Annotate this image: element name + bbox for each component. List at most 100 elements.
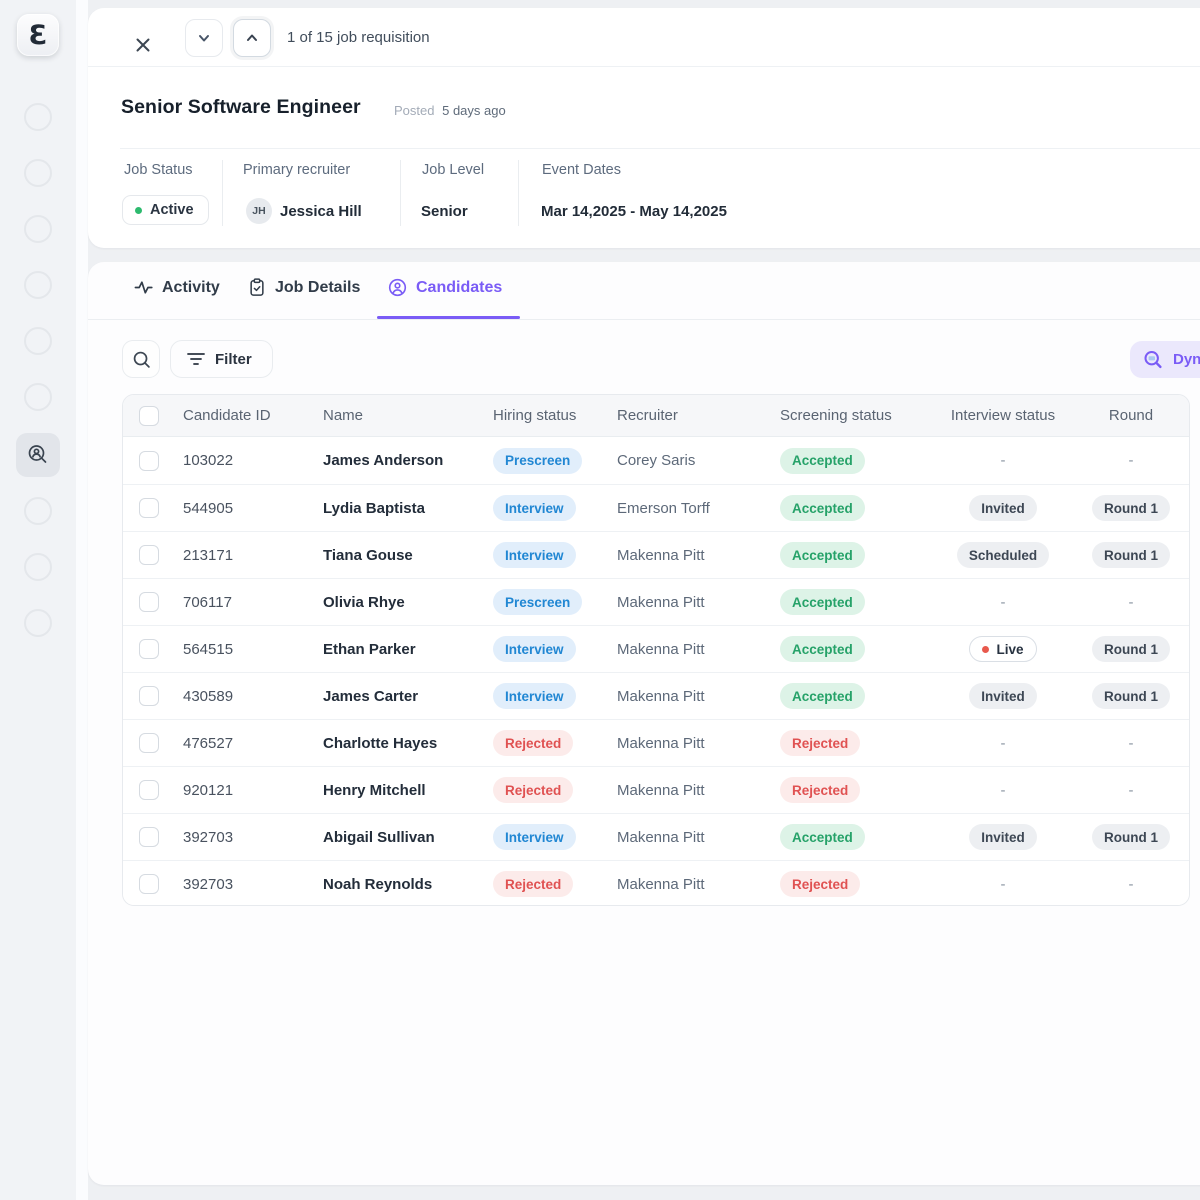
requisition-counter: 1 of 15 job requisition — [287, 19, 430, 57]
candidate-search-icon — [26, 443, 50, 467]
sidebar-nav-placeholder — [24, 159, 52, 187]
table-row[interactable]: 564515 Ethan Parker Interview Makenna Pi… — [123, 625, 1189, 672]
round-badge-empty: - — [1129, 452, 1134, 469]
dynamic-search-button[interactable]: Dyn — [1130, 341, 1200, 378]
row-checkbox[interactable] — [139, 451, 159, 471]
hiring-status-badge: Rejected — [493, 871, 573, 897]
close-button[interactable] — [130, 32, 156, 58]
filter-icon — [187, 352, 205, 366]
tab-activity[interactable]: Activity — [134, 278, 220, 297]
sidebar: Ɛ — [0, 0, 76, 1200]
divider — [518, 160, 519, 226]
recruiter-cell: Makenna Pitt — [617, 814, 775, 860]
row-checkbox[interactable] — [139, 639, 159, 659]
row-checkbox[interactable] — [139, 545, 159, 565]
divider — [400, 160, 401, 226]
candidate-name-cell: James Anderson — [323, 437, 483, 484]
page-title: Senior Software Engineer — [121, 96, 361, 119]
hiring-status-badge: Rejected — [493, 730, 573, 756]
active-status-dot-icon — [135, 207, 142, 214]
hiring-status-badge: Interview — [493, 683, 576, 709]
user-circle-icon — [388, 278, 407, 297]
candidate-name-cell: Lydia Baptista — [323, 485, 483, 531]
row-checkbox[interactable] — [139, 780, 159, 800]
dynamic-search-icon — [1142, 349, 1164, 371]
screening-status-badge: Accepted — [780, 448, 865, 474]
row-checkbox[interactable] — [139, 874, 159, 894]
candidate-id-cell: 544905 — [183, 485, 313, 531]
hiring-status-cell: Prescreen — [487, 437, 605, 484]
table-row[interactable]: 476527 Charlotte Hayes Rejected Makenna … — [123, 719, 1189, 766]
column-header-round: Round — [1078, 395, 1184, 436]
sidebar-nav-placeholder — [24, 609, 52, 637]
screening-status-badge: Accepted — [780, 495, 865, 521]
select-all-checkbox[interactable] — [139, 406, 159, 426]
next-requisition-button[interactable] — [233, 19, 271, 57]
sidebar-item-candidates-active[interactable] — [16, 433, 60, 477]
round-badge: Round 1 — [1092, 683, 1170, 709]
tab-job-details[interactable]: Job Details — [248, 278, 360, 297]
interview-status-badge: Invited — [969, 683, 1037, 709]
primary-recruiter-label: Primary recruiter — [243, 162, 350, 178]
search-button[interactable] — [122, 340, 160, 378]
divider — [120, 148, 1200, 149]
hiring-status-cell: Interview — [487, 626, 605, 672]
round-cell: Round 1 — [1078, 814, 1184, 860]
hiring-status-badge: Interview — [493, 824, 576, 850]
table-row[interactable]: 392703 Abigail Sullivan Interview Makenn… — [123, 813, 1189, 860]
job-content-card: Activity Job Details Candidates — [88, 262, 1200, 1185]
table-row[interactable]: 544905 Lydia Baptista Interview Emerson … — [123, 484, 1189, 531]
candidate-name-cell: Abigail Sullivan — [323, 814, 483, 860]
table-row[interactable]: 213171 Tiana Gouse Interview Makenna Pit… — [123, 531, 1189, 578]
filter-button-label: Filter — [215, 351, 252, 368]
candidate-name-cell: Henry Mitchell — [323, 767, 483, 813]
posted-value: 5 days ago — [442, 103, 506, 118]
job-level-value: Senior — [421, 196, 468, 226]
table-row[interactable]: 706117 Olivia Rhye Prescreen Makenna Pit… — [123, 578, 1189, 625]
candidate-id-cell: 706117 — [183, 579, 313, 625]
tab-candidates[interactable]: Candidates — [388, 278, 502, 297]
screening-status-badge: Accepted — [780, 824, 865, 850]
hiring-status-badge: Interview — [493, 495, 576, 521]
chevron-up-icon — [245, 31, 259, 45]
round-cell: Round 1 — [1078, 626, 1184, 672]
previous-requisition-button[interactable] — [185, 19, 223, 57]
filter-button[interactable]: Filter — [170, 340, 273, 378]
round-badge-empty: - — [1129, 876, 1134, 893]
interview-status-badge: Invited — [969, 495, 1037, 521]
table-row[interactable]: 103022 James Anderson Prescreen Corey Sa… — [123, 437, 1189, 484]
candidate-name-cell: Olivia Rhye — [323, 579, 483, 625]
sidebar-nav-placeholder — [24, 103, 52, 131]
interview-status-badge-empty: - — [1001, 876, 1006, 893]
sidebar-nav-placeholder — [24, 383, 52, 411]
sidebar-nav-placeholder — [24, 215, 52, 243]
hiring-status-badge: Prescreen — [493, 448, 582, 474]
candidate-id-cell: 430589 — [183, 673, 313, 719]
round-badge-empty: - — [1129, 735, 1134, 752]
sidebar-nav-placeholder — [24, 271, 52, 299]
candidate-id-cell: 564515 — [183, 626, 313, 672]
row-checkbox[interactable] — [139, 592, 159, 612]
table-row[interactable]: 920121 Henry Mitchell Rejected Makenna P… — [123, 766, 1189, 813]
dynamic-search-button-label: Dyn — [1173, 351, 1200, 368]
table-row[interactable]: 430589 James Carter Interview Makenna Pi… — [123, 672, 1189, 719]
row-checkbox[interactable] — [139, 686, 159, 706]
column-header-recruiter: Recruiter — [617, 395, 775, 436]
event-dates-value: Mar 14,2025 - May 14,2025 — [541, 196, 727, 226]
round-badge: Round 1 — [1092, 636, 1170, 662]
candidate-id-cell: 920121 — [183, 767, 313, 813]
chevron-down-icon — [197, 31, 211, 45]
row-checkbox[interactable] — [139, 733, 159, 753]
round-cell: - — [1078, 437, 1184, 484]
tab-candidates-label: Candidates — [416, 279, 502, 297]
row-checkbox[interactable] — [139, 498, 159, 518]
candidate-name-cell: Charlotte Hayes — [323, 720, 483, 766]
job-level-label: Job Level — [422, 162, 484, 178]
candidate-name-cell: Tiana Gouse — [323, 532, 483, 578]
table-row[interactable]: 392703 Noah Reynolds Rejected Makenna Pi… — [123, 860, 1189, 906]
table-body: 103022 James Anderson Prescreen Corey Sa… — [123, 437, 1189, 906]
candidate-id-cell: 103022 — [183, 437, 313, 484]
app-logo[interactable]: Ɛ — [17, 14, 59, 56]
row-checkbox[interactable] — [139, 827, 159, 847]
candidate-id-cell: 476527 — [183, 720, 313, 766]
